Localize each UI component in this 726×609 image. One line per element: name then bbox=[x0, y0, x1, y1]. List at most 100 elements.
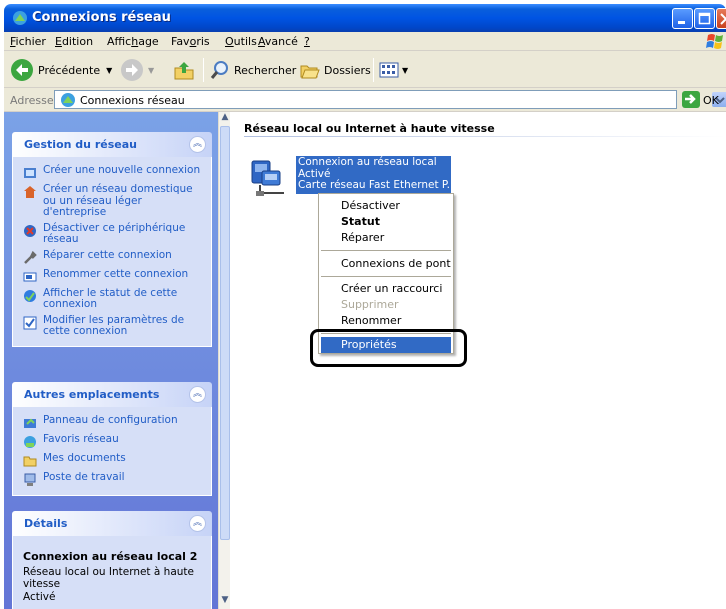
task-label: Réparer cette connexion bbox=[43, 248, 172, 261]
folders-button[interactable]: Dossiers bbox=[299, 57, 371, 83]
collapse-chevron-icon[interactable]: ︽ bbox=[189, 386, 206, 403]
task-label: Renommer cette connexion bbox=[43, 267, 189, 280]
menu-item-status[interactable]: Statut bbox=[321, 214, 451, 230]
menu-label: Fichier bbox=[10, 35, 46, 48]
network-tasks-header[interactable]: Gestion du réseau ︽ bbox=[12, 132, 212, 157]
disable-device-icon bbox=[24, 224, 36, 237]
menu-label: Edition bbox=[55, 35, 94, 48]
menu-item-shortcut[interactable]: Créer un raccourci bbox=[321, 281, 451, 297]
menu-favoris[interactable]: Favoris bbox=[171, 35, 210, 48]
task-pane-scrollbar[interactable]: ▲ ▼ bbox=[218, 112, 230, 609]
address-bar: Adresse Connexions réseau OK bbox=[4, 88, 726, 112]
menu-label: Affichage bbox=[107, 35, 159, 48]
menu-item-label: Connexions de pont bbox=[341, 257, 451, 270]
search-button[interactable]: Rechercher bbox=[209, 57, 296, 83]
close-button[interactable] bbox=[716, 8, 726, 29]
connection-device: Carte réseau Fast Ethernet P... bbox=[298, 179, 451, 191]
collapse-chevron-icon[interactable]: ︽ bbox=[189, 515, 206, 532]
menu-help[interactable]: ? bbox=[304, 35, 310, 48]
toolbar-separator bbox=[373, 58, 374, 82]
address-input[interactable]: Connexions réseau bbox=[54, 90, 726, 109]
folders-icon bbox=[300, 65, 320, 79]
back-arrow-icon bbox=[11, 59, 33, 81]
menu-edition[interactable]: Edition bbox=[55, 35, 93, 48]
close-icon bbox=[720, 13, 726, 25]
menu-item-disable[interactable]: Désactiver bbox=[321, 198, 451, 214]
menu-separator bbox=[321, 276, 451, 277]
menu-affichage[interactable]: Affichage bbox=[107, 35, 159, 48]
minimize-button[interactable] bbox=[672, 8, 693, 29]
scroll-down-icon[interactable]: ▼ bbox=[219, 595, 231, 609]
network-connections-icon bbox=[13, 11, 27, 25]
menu-item-delete: Supprimer bbox=[321, 297, 451, 313]
collapse-chevron-icon[interactable]: ︽ bbox=[189, 136, 206, 153]
details-status: Activé bbox=[23, 591, 56, 603]
windows-logo-icon bbox=[706, 34, 723, 49]
place-my-documents[interactable]: Mes documents bbox=[23, 452, 205, 468]
task-repair-connection[interactable]: Réparer cette connexion bbox=[23, 248, 205, 265]
folder-icon bbox=[23, 456, 37, 467]
views-button[interactable]: ▼ bbox=[378, 57, 408, 83]
group-divider bbox=[244, 136, 726, 137]
title-bar[interactable]: Connexions réseau bbox=[4, 4, 726, 32]
place-network-favorites[interactable]: Favoris réseau bbox=[23, 433, 205, 449]
task-view-status[interactable]: Afficher le statut de cette connexion bbox=[23, 286, 205, 311]
forward-dropdown-icon[interactable]: ▼ bbox=[148, 66, 154, 75]
network-favorites-icon bbox=[24, 436, 36, 448]
scrollbar-thumb[interactable] bbox=[220, 126, 230, 540]
place-control-panel[interactable]: Panneau de configuration bbox=[23, 414, 205, 430]
go-arrow-icon bbox=[685, 94, 696, 104]
task-label: Créer un réseau domestique ou un réseau … bbox=[43, 183, 193, 218]
search-icon bbox=[210, 61, 228, 79]
lan-connection-icon[interactable] bbox=[246, 157, 288, 199]
task-create-connection[interactable]: Créer une nouvelle connexion bbox=[23, 164, 205, 180]
task-home-network[interactable]: Créer un réseau domestique ou un réseau … bbox=[23, 183, 205, 219]
menu-outils[interactable]: Outils bbox=[225, 35, 257, 48]
menu-label: ? bbox=[304, 35, 310, 48]
details-header[interactable]: Détails ︽ bbox=[12, 511, 212, 536]
task-change-settings[interactable]: Modifier les paramètres de cette connexi… bbox=[23, 313, 205, 338]
menu-bar: Fichier Edition Affichage Favoris Outils… bbox=[4, 32, 726, 51]
up-folder-button[interactable] bbox=[172, 57, 196, 83]
callout-highlight bbox=[310, 329, 467, 367]
menu-avance[interactable]: Avancé bbox=[258, 35, 298, 48]
task-label: Créer une nouvelle connexion bbox=[43, 164, 201, 176]
other-places-header[interactable]: Autres emplacements ︽ bbox=[12, 382, 212, 407]
menu-fichier[interactable]: Fichier bbox=[10, 35, 46, 48]
back-button[interactable]: Précédente ▼ bbox=[10, 57, 112, 83]
scroll-up-icon[interactable]: ▲ bbox=[219, 112, 231, 126]
go-button[interactable] bbox=[682, 91, 700, 108]
menu-item-label: Désactiver bbox=[341, 199, 400, 212]
task-disable-device[interactable]: Désactiver ce périphérique réseau bbox=[23, 222, 205, 246]
task-label: Modifier les paramètres de cette connexi… bbox=[43, 313, 185, 337]
maximize-button[interactable] bbox=[694, 8, 715, 29]
place-label: Poste de travail bbox=[43, 471, 125, 483]
menu-separator bbox=[321, 250, 451, 251]
address-label: Adresse bbox=[10, 94, 54, 107]
forward-button[interactable]: ▼ bbox=[120, 57, 154, 83]
menu-item-label: Statut bbox=[341, 215, 380, 228]
task-label: Afficher le statut de cette connexion bbox=[43, 286, 178, 310]
menu-item-label: Supprimer bbox=[341, 298, 399, 311]
go-label[interactable]: OK bbox=[703, 94, 719, 107]
task-rename-connection[interactable]: Renommer cette connexion bbox=[23, 267, 205, 284]
views-icon bbox=[379, 62, 399, 78]
details-title: Détails bbox=[24, 517, 68, 530]
menu-item-rename[interactable]: Renommer bbox=[321, 313, 451, 329]
connection-label-block[interactable]: Connexion au réseau local Activé Carte r… bbox=[296, 156, 451, 194]
menu-label: Avancé bbox=[258, 35, 298, 48]
menu-item-bridge[interactable]: Connexions de pont bbox=[321, 256, 451, 272]
back-dropdown-icon[interactable]: ▼ bbox=[106, 66, 112, 75]
menu-item-label: Créer un raccourci bbox=[341, 282, 443, 295]
network-tasks-panel: Gestion du réseau ︽ Créer une nouvelle c… bbox=[12, 132, 212, 347]
details-panel: Détails ︽ Connexion au réseau local 2 Ré… bbox=[12, 511, 212, 609]
minimize-icon bbox=[678, 21, 685, 24]
connection-name: Connexion au réseau local bbox=[298, 156, 437, 168]
search-label: Rechercher bbox=[234, 63, 297, 77]
place-my-computer[interactable]: Poste de travail bbox=[23, 471, 205, 487]
menu-item-repair[interactable]: Réparer bbox=[321, 230, 451, 246]
wrench-icon bbox=[24, 250, 37, 264]
menu-label: Favoris bbox=[171, 35, 210, 48]
network-connections-icon bbox=[61, 93, 75, 107]
new-connection-icon bbox=[24, 168, 36, 178]
